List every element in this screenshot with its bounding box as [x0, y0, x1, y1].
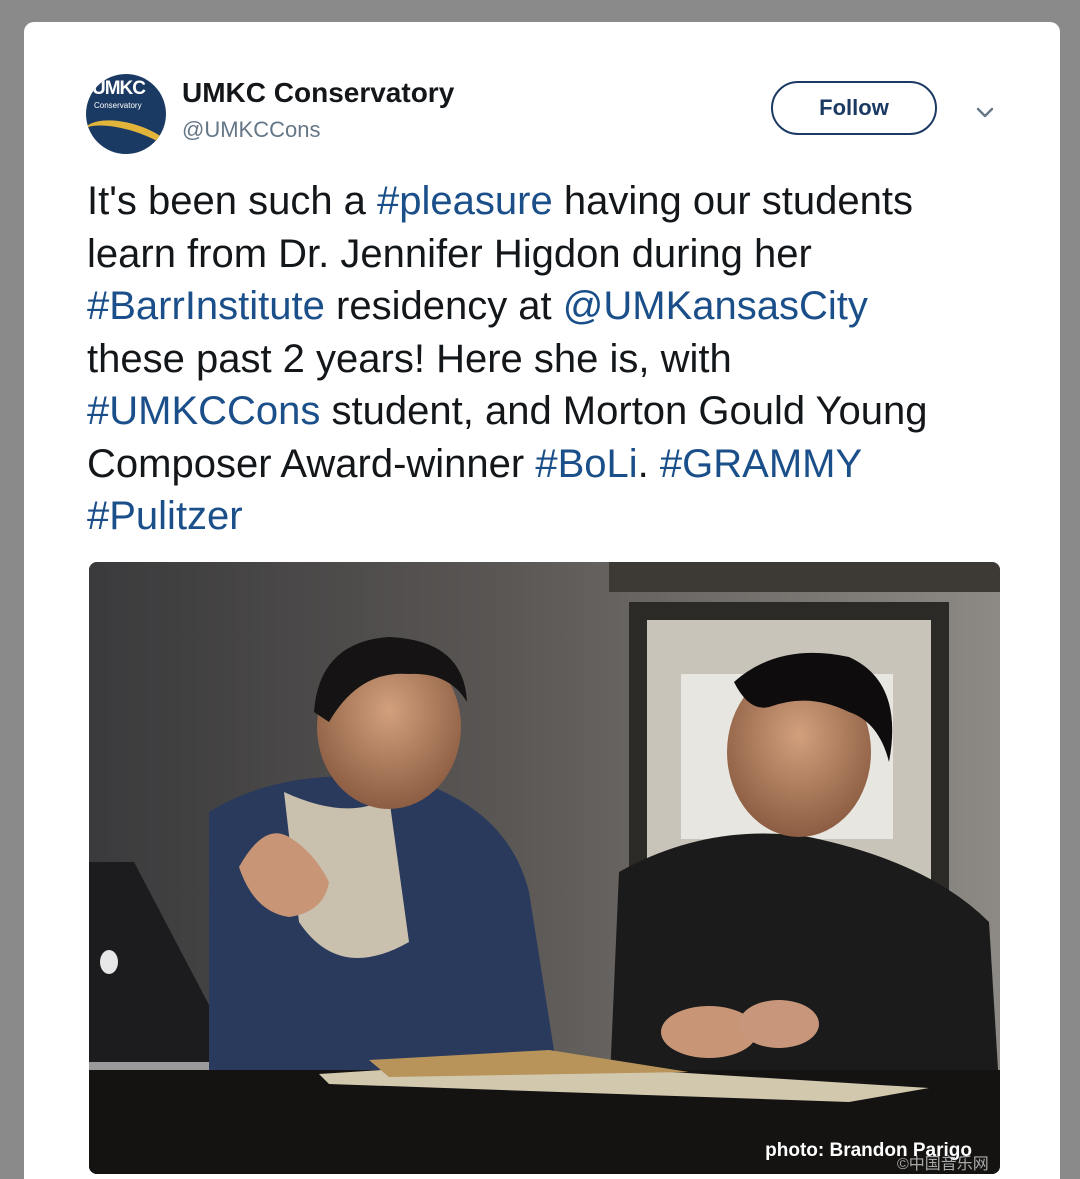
avatar-logo-text: UMKC	[92, 78, 146, 99]
avatar-logo-sub: Conservatory	[94, 101, 142, 110]
author-avatar[interactable]: UMKC Conservatory	[86, 74, 166, 154]
photo-illustration	[89, 562, 1000, 1174]
tweet-text-segment: residency at	[324, 284, 563, 328]
tweet-link[interactable]: #BoLi	[535, 442, 637, 486]
tweet-link[interactable]: #Pulitzer	[87, 494, 243, 538]
chevron-down-icon[interactable]	[970, 98, 1000, 128]
tweet-link[interactable]: #GRAMMY	[660, 442, 862, 486]
watermark-text: ©中国音乐网	[897, 1156, 989, 1173]
tweet-link[interactable]: #UMKCCons	[87, 389, 320, 433]
tweet-card: UMKC Conservatory UMKC Conservatory @UMK…	[24, 22, 1060, 1179]
follow-button[interactable]: Follow	[771, 81, 937, 135]
author-handle[interactable]: @UMKCCons	[182, 117, 320, 143]
author-name[interactable]: UMKC Conservatory	[182, 77, 454, 109]
tweet-link[interactable]: #BarrInstitute	[87, 284, 325, 328]
avatar-swoosh	[86, 109, 166, 154]
tweet-text-segment: It's been such a	[87, 179, 378, 223]
tweet-photo[interactable]: photo: Brandon Parigo	[89, 562, 1000, 1174]
tweet-text-segment: these past 2 years! Here she is, with	[87, 336, 732, 381]
tweet-link[interactable]: @UMKansasCity	[563, 284, 868, 328]
tweet-text: It's been such a #pleasure having our st…	[87, 175, 967, 543]
tweet-text-segment: .	[637, 441, 660, 486]
tweet-link[interactable]: #pleasure	[377, 179, 553, 223]
